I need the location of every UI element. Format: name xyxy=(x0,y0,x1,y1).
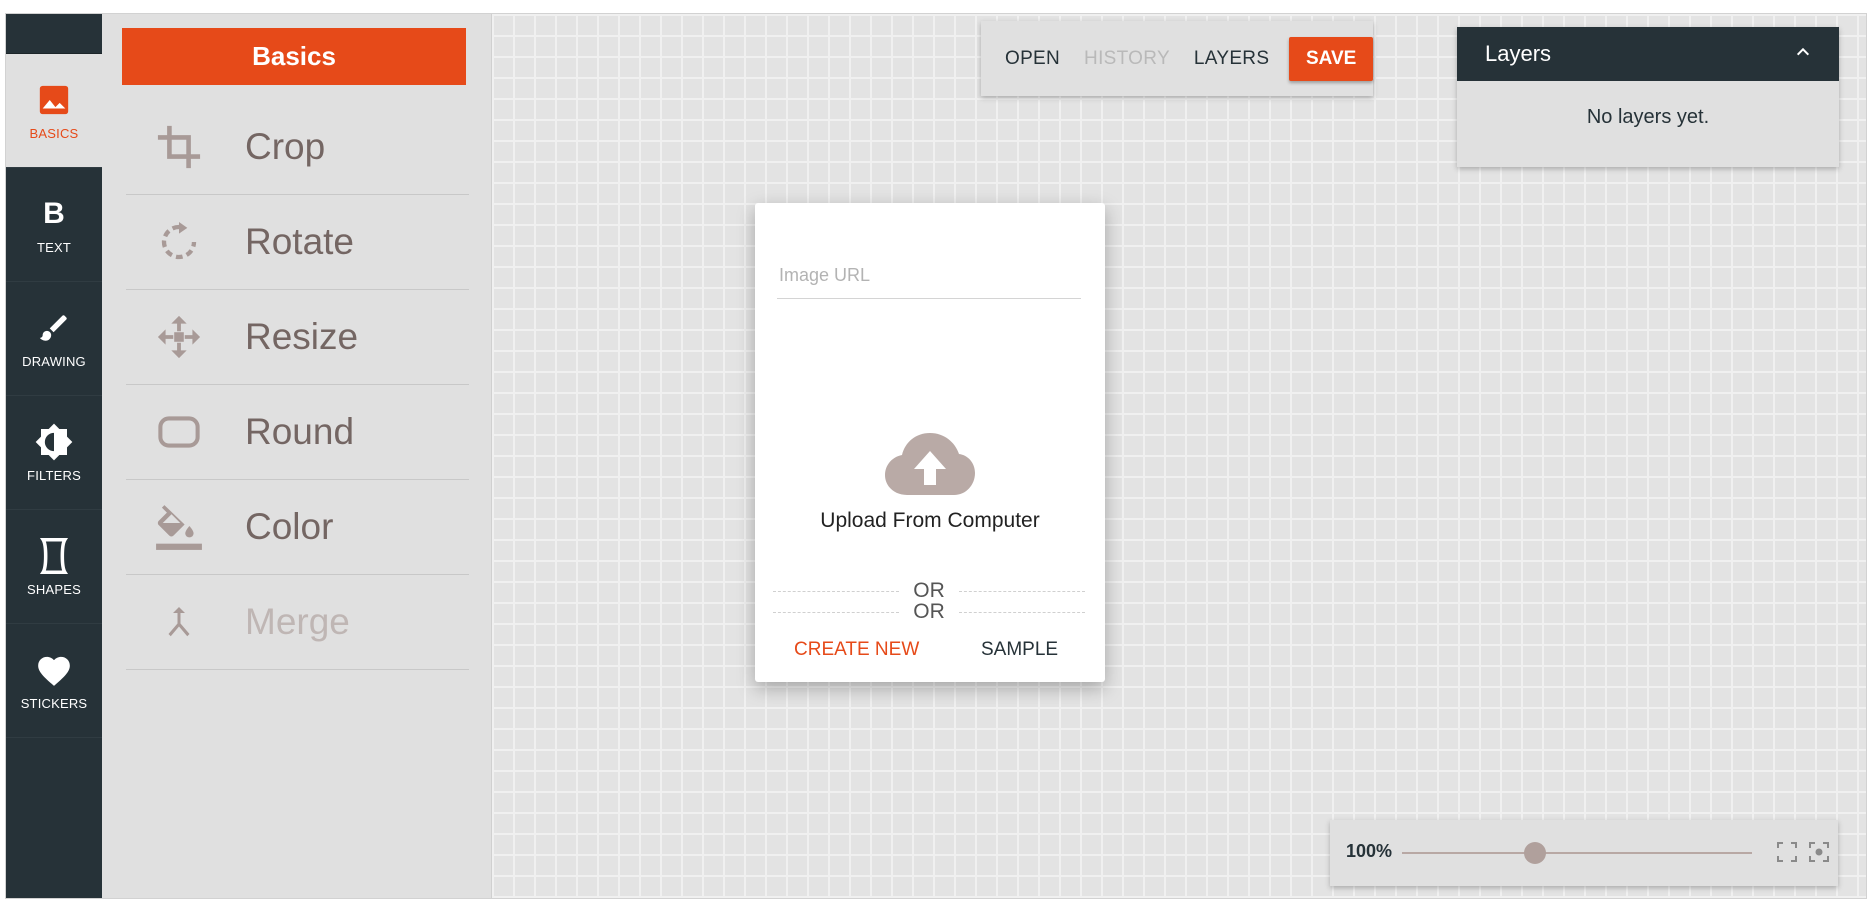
focus-center-icon[interactable] xyxy=(1807,840,1831,864)
layers-panel-header[interactable]: Layers xyxy=(1457,27,1839,81)
rail-item-text[interactable]: B TEXT xyxy=(6,168,102,282)
rail-item-drawing[interactable]: DRAWING xyxy=(6,282,102,396)
bold-icon: B xyxy=(43,197,65,230)
tool-label: Merge xyxy=(245,601,350,642)
divider-line xyxy=(958,611,1085,613)
tool-merge[interactable]: Merge xyxy=(126,575,469,670)
tool-label: Rotate xyxy=(245,221,355,262)
zoom-slider-thumb[interactable] xyxy=(1524,842,1546,864)
top-toolbar: OPEN HISTORY LAYERS SAVE xyxy=(981,21,1373,96)
divider-line xyxy=(773,611,900,613)
tool-crop[interactable]: Crop xyxy=(126,100,469,195)
layers-panel: Layers No layers yet. xyxy=(1457,27,1839,167)
layers-button[interactable]: LAYERS xyxy=(1182,48,1281,70)
chevron-up-icon[interactable] xyxy=(1795,44,1811,65)
rail-item-label: DRAWING xyxy=(22,354,86,369)
open-button[interactable]: OPEN xyxy=(993,48,1072,70)
open-image-dialog: OR Upload From Computer OR CREATE NEW SA… xyxy=(755,203,1105,682)
rail-item-label: SHAPES xyxy=(27,582,81,597)
rail-item-shapes[interactable]: SHAPES xyxy=(6,510,102,624)
zoom-bar: 100% xyxy=(1330,820,1838,886)
create-new-button[interactable]: CREATE NEW xyxy=(794,639,919,661)
zoom-slider-track[interactable] xyxy=(1402,842,1752,864)
zoom-value: 100% xyxy=(1346,841,1393,861)
shape-icon xyxy=(34,536,74,576)
divider-line xyxy=(958,590,1085,592)
panel-title: Basics xyxy=(122,28,466,85)
tool-label: Round xyxy=(245,411,355,452)
crop-icon xyxy=(152,120,206,174)
fit-screen-icon[interactable] xyxy=(1775,840,1799,864)
rail-item-label: BASICS xyxy=(29,126,79,141)
tool-list: Crop Rotate Resize Round Color Merge xyxy=(126,100,469,670)
brush-icon xyxy=(34,308,74,348)
rail-item-stickers[interactable]: STICKERS xyxy=(6,624,102,738)
tool-label: Color xyxy=(245,506,334,547)
cloud-upload-icon xyxy=(883,431,977,497)
sample-button[interactable]: SAMPLE xyxy=(981,639,1058,661)
tool-panel: Basics Crop Rotate Resize Round Color Me… xyxy=(102,14,492,898)
image-url-input[interactable] xyxy=(777,253,1081,299)
tool-round[interactable]: Round xyxy=(126,385,469,480)
or-text: OR xyxy=(913,600,945,623)
divider-line xyxy=(773,590,900,592)
upload-from-computer-button[interactable]: Upload From Computer xyxy=(755,431,1105,533)
move-icon xyxy=(152,310,206,364)
tool-color[interactable]: Color xyxy=(126,480,469,575)
paint-bucket-icon xyxy=(152,500,206,554)
history-button[interactable]: HISTORY xyxy=(1072,48,1182,70)
rail-item-filters[interactable]: FILTERS xyxy=(6,396,102,510)
image-icon xyxy=(34,80,74,120)
brightness-icon xyxy=(34,422,74,462)
heart-icon xyxy=(34,650,74,690)
rail-item-label: STICKERS xyxy=(20,696,88,711)
tool-resize[interactable]: Resize xyxy=(126,290,469,385)
nav-rail: BASICS B TEXT DRAWING FILTERS SHAPES STI… xyxy=(6,14,102,898)
or-divider-bottom: OR xyxy=(773,597,1085,627)
rail-item-basics[interactable]: BASICS xyxy=(6,54,102,168)
rail-item-label: TEXT xyxy=(36,240,72,255)
layers-panel-title: Layers xyxy=(1485,41,1552,66)
rail-header xyxy=(6,14,102,54)
tool-rotate[interactable]: Rotate xyxy=(126,195,469,290)
save-button[interactable]: SAVE xyxy=(1289,36,1373,81)
rounded-rect-icon xyxy=(152,405,206,459)
rail-item-label: FILTERS xyxy=(27,468,81,483)
layers-empty-text: No layers yet. xyxy=(1586,106,1710,128)
merge-icon xyxy=(152,595,206,649)
rotate-icon xyxy=(152,215,206,269)
tool-label: Crop xyxy=(245,126,326,167)
tool-label: Resize xyxy=(245,316,359,357)
upload-label: Upload From Computer xyxy=(820,509,1040,532)
